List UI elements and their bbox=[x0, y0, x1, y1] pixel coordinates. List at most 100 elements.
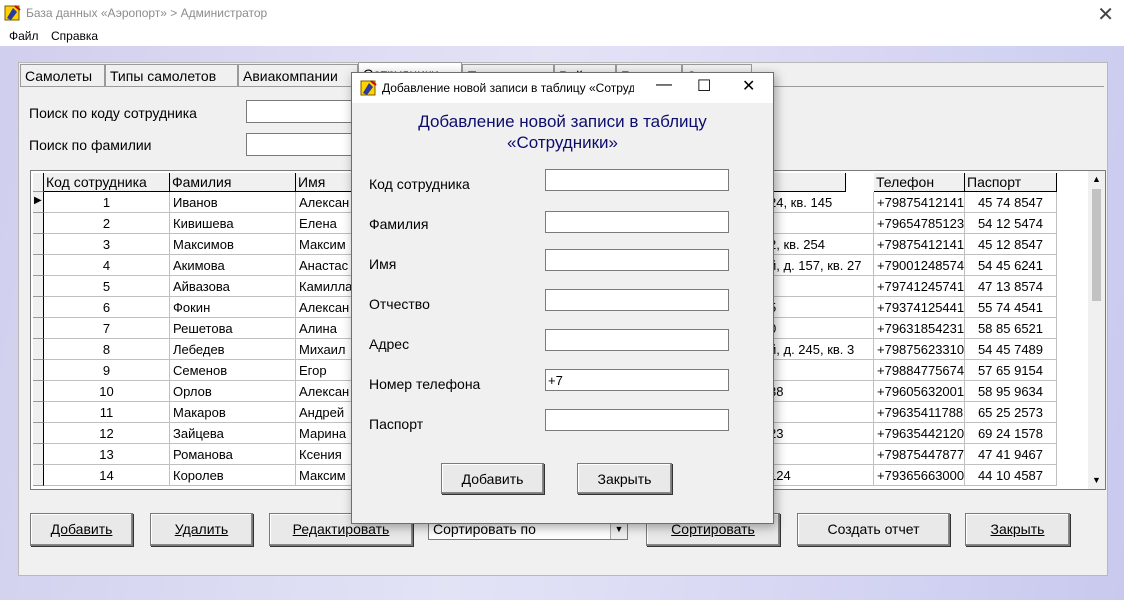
cell-surname[interactable]: Решетова bbox=[170, 318, 296, 339]
window-close-button[interactable]: ✕ bbox=[1097, 2, 1114, 27]
cell-surname[interactable]: Орлов bbox=[170, 381, 296, 402]
cell-phone[interactable]: +79365663000 bbox=[874, 465, 965, 486]
row-indicator[interactable] bbox=[33, 381, 44, 402]
cell-address[interactable] bbox=[766, 444, 874, 465]
cell-surname[interactable]: Лебедев bbox=[170, 339, 296, 360]
cell-address[interactable] bbox=[766, 360, 874, 381]
cell-phone[interactable]: +79875412141 bbox=[874, 192, 965, 213]
row-indicator[interactable] bbox=[33, 318, 44, 339]
cell-surname[interactable]: Максимов bbox=[170, 234, 296, 255]
delete-button[interactable]: Удалить bbox=[150, 513, 253, 546]
close-button[interactable]: Закрыть bbox=[965, 513, 1070, 546]
scroll-thumb[interactable] bbox=[1092, 189, 1101, 301]
row-indicator[interactable] bbox=[33, 402, 44, 423]
passport-field[interactable] bbox=[545, 409, 729, 431]
dialog-close-icon[interactable]: ✕ bbox=[742, 76, 755, 96]
add-button[interactable]: Добавить bbox=[30, 513, 133, 546]
row-indicator[interactable] bbox=[33, 255, 44, 276]
cell-employee-code[interactable]: 14 bbox=[44, 465, 170, 486]
cell-phone[interactable]: +79605632001 bbox=[874, 381, 965, 402]
search-by-code-input[interactable] bbox=[246, 100, 356, 123]
cell-employee-code[interactable]: 2 bbox=[44, 213, 170, 234]
header-phone[interactable]: Телефон bbox=[874, 173, 965, 192]
cell-surname[interactable]: Акимова bbox=[170, 255, 296, 276]
cell-address[interactable]: й, д. 157, кв. 27 bbox=[766, 255, 874, 276]
cell-passport[interactable]: 54 45 6241 bbox=[965, 255, 1057, 276]
tab-airlines[interactable]: Авиакомпании bbox=[238, 64, 358, 86]
row-indicator[interactable]: ▶ bbox=[33, 192, 44, 213]
row-indicator[interactable] bbox=[33, 465, 44, 486]
first-name-field[interactable] bbox=[545, 249, 729, 271]
tab-aircraft-types[interactable]: Типы самолетов bbox=[105, 64, 238, 86]
cell-address[interactable]: 5 bbox=[766, 297, 874, 318]
cell-passport[interactable]: 54 45 7489 bbox=[965, 339, 1057, 360]
create-report-button[interactable]: Создать отчет bbox=[797, 513, 950, 546]
cell-surname[interactable]: Фокин bbox=[170, 297, 296, 318]
cell-employee-code[interactable]: 1 bbox=[44, 192, 170, 213]
cell-passport[interactable]: 55 74 4541 bbox=[965, 297, 1057, 318]
scroll-down-icon[interactable]: ▼ bbox=[1092, 475, 1101, 485]
cell-passport[interactable]: 57 65 9154 bbox=[965, 360, 1057, 381]
cell-surname[interactable]: Кивишева bbox=[170, 213, 296, 234]
search-by-surname-input[interactable] bbox=[246, 133, 356, 156]
cell-phone[interactable]: +79374125441 bbox=[874, 297, 965, 318]
cell-passport[interactable]: 44 10 4587 bbox=[965, 465, 1057, 486]
cell-phone[interactable]: +79631854231 bbox=[874, 318, 965, 339]
cell-address[interactable]: 124 bbox=[766, 465, 874, 486]
cell-phone[interactable]: +79884775674 bbox=[874, 360, 965, 381]
cell-surname[interactable]: Романова bbox=[170, 444, 296, 465]
cell-phone[interactable]: +79654785123 bbox=[874, 213, 965, 234]
patronymic-field[interactable] bbox=[545, 289, 729, 311]
cell-address[interactable]: 23 bbox=[766, 423, 874, 444]
cell-surname[interactable]: Зайцева bbox=[170, 423, 296, 444]
row-indicator[interactable] bbox=[33, 423, 44, 444]
row-indicator[interactable] bbox=[33, 276, 44, 297]
row-indicator[interactable] bbox=[33, 360, 44, 381]
row-indicator[interactable] bbox=[33, 213, 44, 234]
cell-phone[interactable]: +79635411788 bbox=[874, 402, 965, 423]
cell-surname[interactable]: Айвазова bbox=[170, 276, 296, 297]
cell-employee-code[interactable]: 3 bbox=[44, 234, 170, 255]
cell-employee-code[interactable]: 12 bbox=[44, 423, 170, 444]
dialog-add-button[interactable]: Добавить bbox=[441, 463, 544, 494]
cell-surname[interactable]: Макаров bbox=[170, 402, 296, 423]
cell-address[interactable]: й, д. 245, кв. 3 bbox=[766, 339, 874, 360]
tab-aircraft[interactable]: Самолеты bbox=[20, 64, 105, 86]
cell-phone[interactable]: +79001248574 bbox=[874, 255, 965, 276]
table-scrollbar[interactable]: ▲ ▼ bbox=[1088, 171, 1105, 489]
cell-address[interactable]: 0 bbox=[766, 318, 874, 339]
cell-surname[interactable]: Семенов bbox=[170, 360, 296, 381]
cell-passport[interactable]: 69 24 1578 bbox=[965, 423, 1057, 444]
header-employee-code[interactable]: Код сотрудника bbox=[44, 173, 170, 192]
cell-address[interactable] bbox=[766, 276, 874, 297]
cell-passport[interactable]: 58 95 9634 bbox=[965, 381, 1057, 402]
cell-passport[interactable]: 58 85 6521 bbox=[965, 318, 1057, 339]
cell-passport[interactable]: 65 25 2573 bbox=[965, 402, 1057, 423]
cell-address[interactable]: 24, кв. 145 bbox=[766, 192, 874, 213]
address-field[interactable] bbox=[545, 329, 729, 351]
row-indicator[interactable] bbox=[33, 234, 44, 255]
header-surname[interactable]: Фамилия bbox=[170, 173, 296, 192]
cell-employee-code[interactable]: 8 bbox=[44, 339, 170, 360]
cell-passport[interactable]: 54 12 5474 bbox=[965, 213, 1057, 234]
cell-phone[interactable]: +79875412141 bbox=[874, 234, 965, 255]
cell-phone[interactable]: +79875623310 bbox=[874, 339, 965, 360]
cell-employee-code[interactable]: 7 bbox=[44, 318, 170, 339]
cell-employee-code[interactable]: 9 bbox=[44, 360, 170, 381]
cell-phone[interactable]: +79875447877 bbox=[874, 444, 965, 465]
surname-field[interactable] bbox=[545, 211, 729, 233]
menu-help[interactable]: Справка bbox=[51, 29, 98, 43]
cell-address[interactable]: 38 bbox=[766, 381, 874, 402]
cell-surname[interactable]: Королев bbox=[170, 465, 296, 486]
cell-employee-code[interactable]: 4 bbox=[44, 255, 170, 276]
menu-file[interactable]: Файл bbox=[9, 29, 39, 43]
cell-employee-code[interactable]: 6 bbox=[44, 297, 170, 318]
cell-address[interactable] bbox=[766, 402, 874, 423]
cell-passport[interactable]: 45 12 8547 bbox=[965, 234, 1057, 255]
cell-employee-code[interactable]: 10 bbox=[44, 381, 170, 402]
cell-address[interactable]: 2, кв. 254 bbox=[766, 234, 874, 255]
cell-passport[interactable]: 47 13 8574 bbox=[965, 276, 1057, 297]
cell-phone[interactable]: +79635442120 bbox=[874, 423, 965, 444]
cell-passport[interactable]: 47 41 9467 bbox=[965, 444, 1057, 465]
cell-employee-code[interactable]: 13 bbox=[44, 444, 170, 465]
